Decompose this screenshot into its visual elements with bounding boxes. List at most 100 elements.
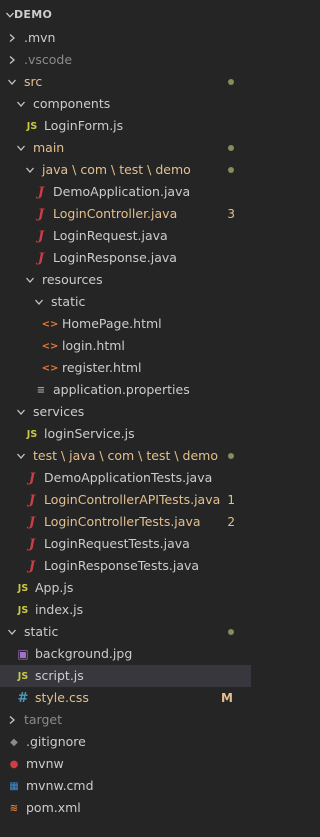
tree-item-label: LoginControllerTests.java — [44, 514, 201, 529]
tree-file-item[interactable]: ≡ application.properties — [0, 379, 251, 401]
tree-file-item[interactable]: ▣ background.jpg — [0, 643, 251, 665]
settings-file-icon: ≡ — [36, 384, 46, 396]
tree-folder-item[interactable]: static — [0, 291, 251, 313]
chevron-down-icon[interactable] — [15, 401, 27, 423]
tree-folder-item[interactable]: components — [0, 93, 251, 115]
tree-file-item[interactable]: JS script.js — [0, 665, 251, 687]
java-icon: J — [37, 206, 45, 222]
tree-item-label: HomePage.html — [62, 316, 162, 331]
tree-folder-item[interactable]: .mvn — [0, 27, 251, 49]
tree-folder-item[interactable]: services — [0, 401, 251, 423]
tree-file-item[interactable]: J LoginController.java 3 — [0, 203, 251, 225]
tree-item-label: loginService.js — [44, 426, 135, 441]
tree-file-item[interactable]: J DemoApplicationTests.java — [0, 467, 251, 489]
xml-icon: ≋ — [9, 802, 19, 814]
chevron-down-icon[interactable] — [24, 159, 36, 181]
file-explorer: DEMO .mvn .vscode src components JS LoginForm… — [0, 0, 251, 837]
tree-folder-item[interactable]: src — [0, 71, 251, 93]
tree-item-label: DemoApplicationTests.java — [44, 470, 213, 485]
tree-item-label: login.html — [62, 338, 125, 353]
tree-item-label: background.jpg — [35, 646, 133, 661]
modified-dot-icon — [228, 145, 234, 151]
explorer-root-header[interactable]: DEMO — [0, 5, 251, 27]
js-icon: JS — [17, 582, 29, 594]
tree-folder-item[interactable]: target — [0, 709, 251, 731]
tree-file-item[interactable]: ◆ .gitignore — [0, 731, 251, 753]
tree-item-label: test \ java \ com \ test \ demo — [33, 448, 218, 463]
tree-file-item[interactable]: JS loginService.js — [0, 423, 251, 445]
tree-folder-item[interactable]: resources — [0, 269, 251, 291]
tree-item-label: src — [24, 74, 43, 89]
tree-file-item[interactable]: # style.css M — [0, 687, 251, 709]
tree-file-item[interactable]: JS LoginForm.js — [0, 115, 251, 137]
chevron-down-icon[interactable] — [15, 445, 27, 467]
tree-item-label: java \ com \ test \ demo — [42, 162, 191, 177]
tree-file-item[interactable]: <> login.html — [0, 335, 251, 357]
problem-count-badge: 1 — [227, 493, 235, 507]
tree-item-label: LoginResponse.java — [53, 250, 177, 265]
tree-item-label: index.js — [35, 602, 84, 617]
tree-item-label: .mvn — [24, 30, 56, 45]
java-icon: J — [37, 184, 45, 200]
chevron-down-icon[interactable] — [6, 621, 18, 643]
tree-folder-item[interactable]: static — [0, 621, 251, 643]
tree-item-label: DemoApplication.java — [53, 184, 191, 199]
tree-file-item[interactable]: <> register.html — [0, 357, 251, 379]
tree-item-label: mvnw — [26, 756, 64, 771]
tree-file-item[interactable]: <> HomePage.html — [0, 313, 251, 335]
css-icon: # — [17, 690, 29, 706]
tree-file-item[interactable]: JS App.js — [0, 577, 251, 599]
chevron-down-icon[interactable] — [15, 93, 27, 115]
tree-folder-item[interactable]: java \ com \ test \ demo — [0, 159, 251, 181]
chevron-down-icon[interactable] — [6, 71, 18, 93]
html-icon: <> — [41, 318, 59, 330]
tree-item-label: .vscode — [24, 52, 73, 67]
tree-item-label: LoginRequest.java — [53, 228, 168, 243]
tree-file-item[interactable]: J LoginResponse.java — [0, 247, 251, 269]
tree-file-item[interactable]: ▦ mvnw.cmd — [0, 775, 251, 797]
tree-item-label: main — [33, 140, 65, 155]
java-icon: J — [28, 514, 36, 530]
java-icon: J — [28, 470, 36, 486]
chevron-right-icon[interactable] — [6, 27, 18, 49]
chevron-down-icon[interactable] — [33, 291, 45, 313]
chevron-right-icon[interactable] — [6, 49, 18, 71]
tree-item-label: LoginControllerAPITests.java — [44, 492, 221, 507]
problem-count-badge: 2 — [227, 515, 235, 529]
explorer-root-title: DEMO — [14, 8, 53, 21]
modified-badge: M — [221, 691, 233, 705]
tree-file-item[interactable]: J LoginControllerAPITests.java 1 — [0, 489, 251, 511]
tree-file-item[interactable]: J LoginRequestTests.java — [0, 533, 251, 555]
tree-item-label: script.js — [35, 668, 84, 683]
java-icon: J — [28, 558, 36, 574]
tree-file-item[interactable]: ● mvnw — [0, 753, 251, 775]
tree-file-item[interactable]: JS index.js — [0, 599, 251, 621]
modified-dot-icon — [228, 167, 234, 173]
chevron-down-icon[interactable] — [15, 137, 27, 159]
tree-item-label: services — [33, 404, 85, 419]
tree-file-item[interactable]: J LoginRequest.java — [0, 225, 251, 247]
tree-item-label: target — [24, 712, 63, 727]
tree-file-item[interactable]: J LoginResponseTests.java — [0, 555, 251, 577]
js-icon: JS — [17, 670, 29, 682]
tree-item-label: static — [24, 624, 59, 639]
chevron-right-icon[interactable] — [6, 709, 18, 731]
tree-item-label: LoginForm.js — [44, 118, 124, 133]
tree-item-label: LoginResponseTests.java — [44, 558, 200, 573]
java-icon: J — [37, 250, 45, 266]
tree-file-item[interactable]: J LoginControllerTests.java 2 — [0, 511, 251, 533]
html-icon: <> — [41, 362, 59, 374]
tree-item-label: components — [33, 96, 111, 111]
tree-item-label: resources — [42, 272, 103, 287]
java-icon: J — [28, 536, 36, 552]
tree-folder-item[interactable]: main — [0, 137, 251, 159]
tree-file-item[interactable]: J DemoApplication.java — [0, 181, 251, 203]
chevron-down-icon[interactable] — [24, 269, 36, 291]
tree-folder-item[interactable]: .vscode — [0, 49, 251, 71]
java-icon: J — [28, 492, 36, 508]
tree-item-label: LoginController.java — [53, 206, 178, 221]
tree-folder-item[interactable]: test \ java \ com \ test \ demo — [0, 445, 251, 467]
tree-file-item[interactable]: ≋ pom.xml — [0, 797, 251, 819]
tree-item-label: .gitignore — [26, 734, 86, 749]
tree-item-label: application.properties — [53, 382, 190, 397]
